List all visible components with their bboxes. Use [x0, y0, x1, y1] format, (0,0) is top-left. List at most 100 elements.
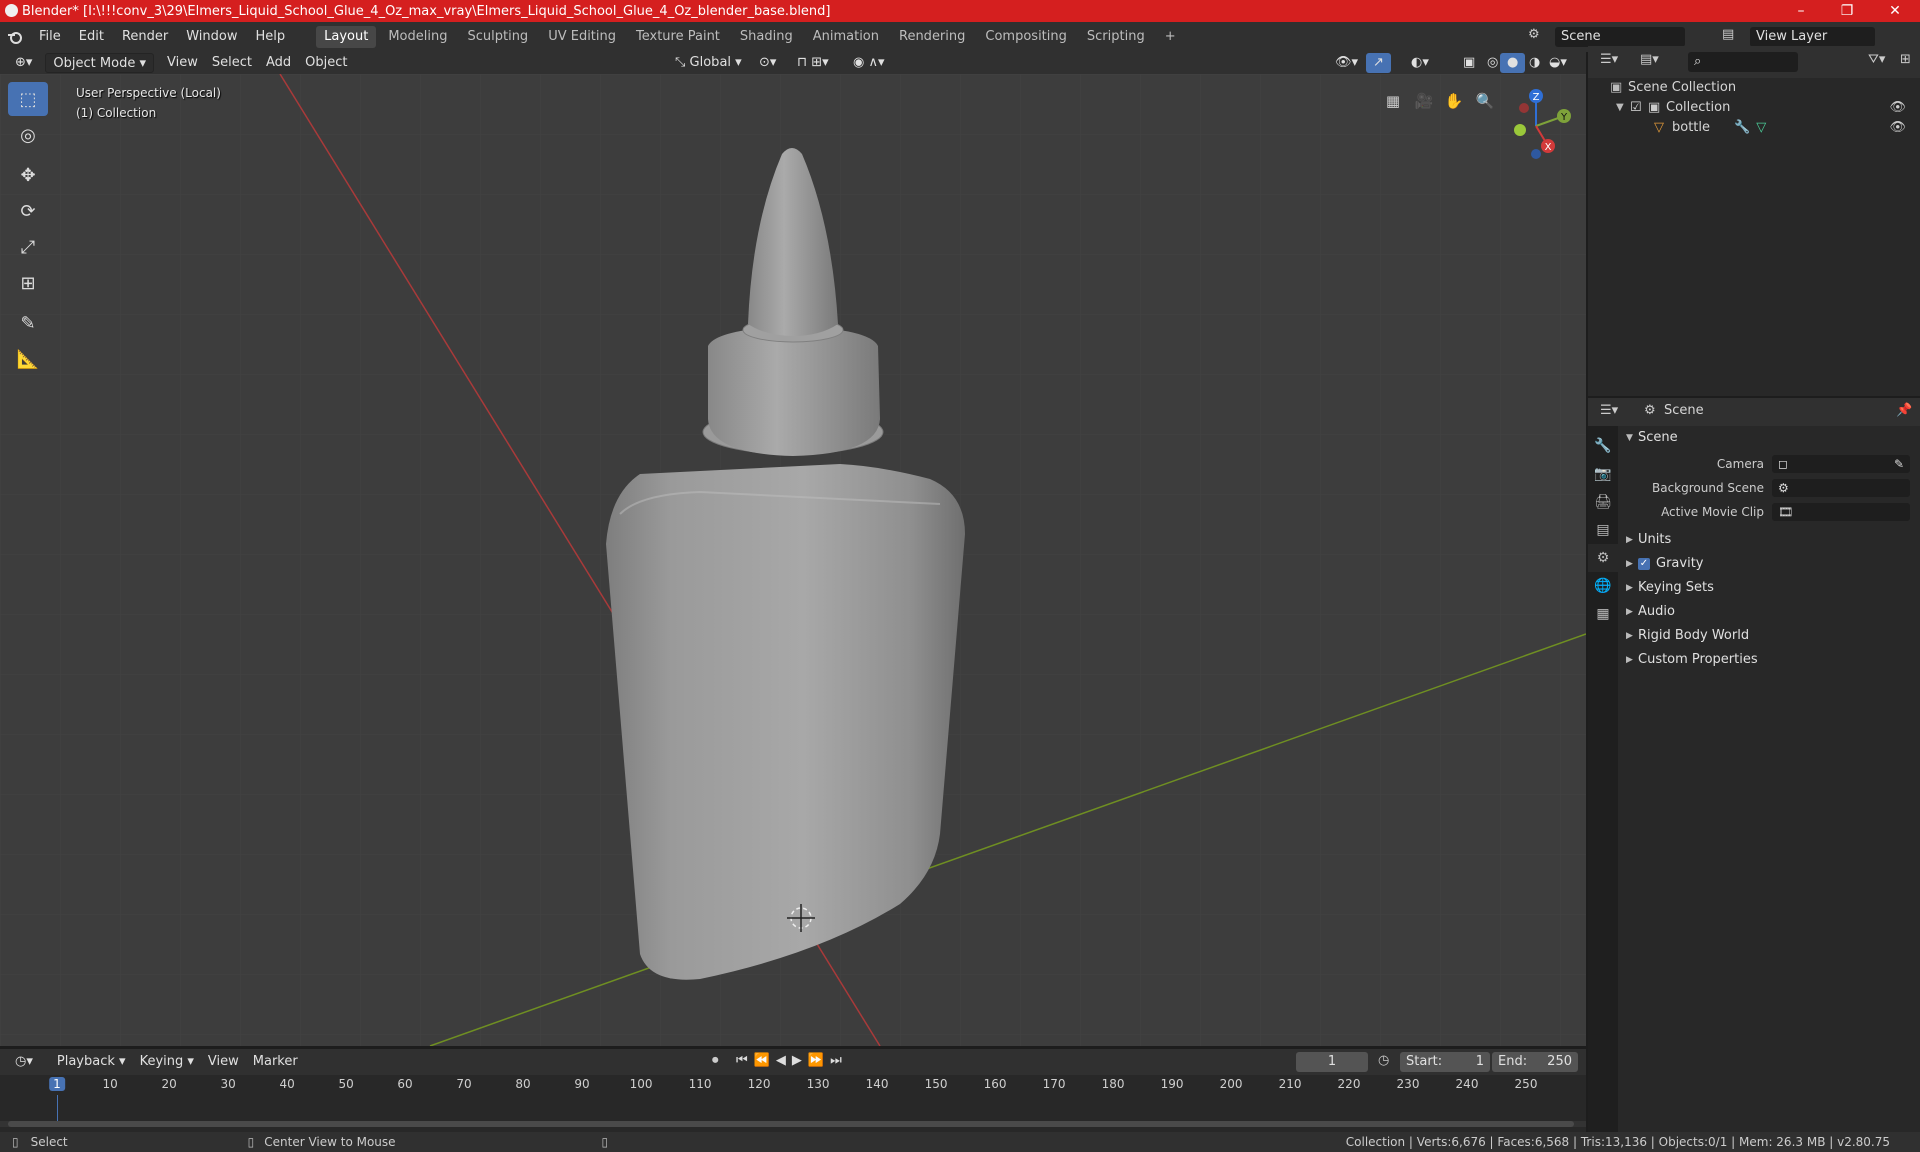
orientation-dropdown[interactable]: ⤡ Global ▾ [668, 53, 749, 73]
transform-tool-icon[interactable]: ⊞ [8, 266, 48, 300]
view-layer-selector[interactable]: View Layer [1750, 27, 1875, 47]
jump-start-icon[interactable]: ⏮ [736, 1053, 754, 1068]
3d-viewport[interactable]: User Perspective (Local) (1) Collection … [0, 74, 1586, 1046]
tab-animation[interactable]: Animation [805, 26, 887, 48]
outliner-row-scene-collection[interactable]: ▣ Scene Collection [1610, 78, 1910, 98]
jump-end-icon[interactable]: ⏭ [830, 1053, 848, 1068]
custom-properties-subpanel[interactable]: ▶ Custom Properties [1622, 648, 1920, 672]
mode-dropdown[interactable]: Object Mode ▾ [45, 53, 154, 73]
audio-subpanel[interactable]: ▶ Audio [1622, 600, 1920, 624]
play-reverse-icon[interactable]: ◀ [776, 1053, 792, 1068]
view-layer-tab-icon[interactable]: ▤ [1588, 516, 1618, 544]
properties-editor-type-icon[interactable]: ☰▾ [1600, 403, 1618, 418]
timeline-area[interactable]: 1 10 20 30 40 50 60 70 80 90 100 110 120 130 140 150 160… [0, 1075, 1586, 1132]
tab-uv-editing[interactable]: UV Editing [540, 26, 624, 48]
tab-texture-paint[interactable]: Texture Paint [628, 26, 728, 48]
outliner-editor-type-icon[interactable]: ☰▾ [1600, 52, 1618, 67]
eye-icon[interactable]: 👁 [1889, 98, 1906, 118]
clock-icon[interactable]: ◷ [1378, 1053, 1389, 1068]
menu-render[interactable]: Render [113, 22, 177, 52]
modifier-wrench-icon[interactable]: 🔧 [1734, 118, 1750, 138]
current-frame-field[interactable]: 1 [1296, 1052, 1368, 1072]
gravity-subpanel[interactable]: ▶ ✓ Gravity [1622, 552, 1920, 576]
next-keyframe-icon[interactable]: ⏩ [808, 1053, 830, 1068]
render-tab-icon[interactable]: 📷 [1588, 460, 1618, 488]
menu-view[interactable]: View [160, 53, 205, 73]
menu-select[interactable]: Select [205, 53, 259, 73]
proportional-edit-icon[interactable]: ◉ ∧▾ [846, 53, 892, 73]
menu-window[interactable]: Window [177, 22, 246, 52]
tab-layout[interactable]: Layout [316, 26, 377, 48]
tab-rendering[interactable]: Rendering [891, 26, 973, 48]
start-frame-field[interactable]: Start: 1 [1400, 1052, 1490, 1072]
eyedropper-icon[interactable]: ✎ [1894, 452, 1904, 476]
keying-menu[interactable]: Keying ▾ [133, 1052, 201, 1072]
playback-menu[interactable]: Playback ▾ [50, 1052, 133, 1072]
overlay-toggle-icon[interactable]: ◐▾ [1404, 53, 1436, 73]
menu-edit[interactable]: Edit [70, 22, 113, 52]
end-frame-field[interactable]: End: 250 [1492, 1052, 1578, 1072]
grid-view-icon[interactable]: ▦ [1380, 88, 1406, 114]
blender-menu-icon[interactable] [0, 22, 30, 52]
tab-scripting[interactable]: Scripting [1079, 26, 1153, 48]
rigid-body-world-subpanel[interactable]: ▶ Rigid Body World [1622, 624, 1920, 648]
prev-keyframe-icon[interactable]: ⏪ [754, 1053, 776, 1068]
units-subpanel[interactable]: ▶ Units [1622, 528, 1920, 552]
eye-icon[interactable]: 👁 [1889, 118, 1906, 138]
tab-shading[interactable]: Shading [732, 26, 801, 48]
camera-field[interactable]: ◻ ✎ [1772, 455, 1910, 473]
world-tab-icon[interactable]: 🌐 [1588, 572, 1618, 600]
outliner-row-collection[interactable]: ▼ ☑ ▣ Collection 👁 [1610, 98, 1910, 118]
collection-checkbox[interactable]: ☑ [1630, 98, 1648, 118]
editor-type-icon[interactable]: ⊕▾ [8, 53, 39, 73]
marker-menu[interactable]: Marker [246, 1052, 305, 1072]
navigation-gizmo[interactable]: Z Y X [1494, 84, 1578, 168]
menu-add[interactable]: Add [259, 53, 298, 73]
timeline-editor-type-icon[interactable]: ◷▾ [8, 1052, 40, 1072]
tool-tab-icon[interactable]: 🔧 [1588, 432, 1618, 460]
pivot-icon[interactable]: ⊙▾ [752, 53, 783, 73]
menu-file[interactable]: File [30, 22, 70, 52]
tab-compositing[interactable]: Compositing [977, 26, 1075, 48]
rendered-shading-icon[interactable]: ◒▾ [1542, 53, 1574, 73]
scene-panel-header[interactable]: ▼ Scene [1622, 426, 1920, 450]
menu-object[interactable]: Object [298, 53, 354, 73]
measure-tool-icon[interactable]: 📐 [8, 342, 48, 376]
keying-sets-subpanel[interactable]: ▶ Keying Sets [1622, 576, 1920, 600]
minimize-button[interactable]: – [1778, 0, 1824, 22]
scale-tool-icon[interactable]: ⤢ [8, 230, 48, 264]
camera-view-icon[interactable]: 🎥 [1411, 88, 1437, 114]
gizmo-toggle-icon[interactable]: ↗ [1366, 53, 1391, 73]
outliner-search-input[interactable]: ⌕ [1688, 52, 1798, 72]
snap-icon[interactable]: ⊓ ⊞▾ [790, 53, 836, 73]
close-button[interactable]: ✕ [1872, 0, 1918, 22]
annotate-tool-icon[interactable]: ✎ [8, 306, 48, 340]
gravity-checkbox[interactable]: ✓ [1638, 558, 1650, 570]
rotate-tool-icon[interactable]: ⟳ [8, 194, 48, 228]
new-collection-icon[interactable]: ⊞ [1900, 52, 1911, 67]
output-tab-icon[interactable]: 🖨 [1588, 488, 1618, 516]
expand-arrow-icon[interactable]: ▼ [1616, 98, 1630, 118]
scene-tab-icon[interactable]: ⚙ [1588, 544, 1618, 572]
scene-selector[interactable]: Scene [1555, 27, 1685, 47]
background-scene-field[interactable]: ⚙ [1772, 479, 1910, 497]
timeline-scrollbar[interactable] [0, 1121, 1586, 1127]
record-icon[interactable]: ⏺ [712, 1053, 719, 1068]
tab-modeling[interactable]: Modeling [380, 26, 455, 48]
add-workspace-button[interactable]: + [1157, 26, 1184, 48]
pan-hand-icon[interactable]: ✋ [1441, 88, 1467, 114]
play-icon[interactable]: ▶ [792, 1053, 808, 1068]
xray-icon[interactable]: ▣ [1456, 53, 1482, 73]
mesh-data-icon[interactable]: ▽ [1756, 118, 1766, 138]
visibility-icon[interactable]: 👁▾ [1328, 53, 1365, 73]
active-movie-clip-field[interactable]: 🎞 [1772, 503, 1910, 521]
tab-sculpting[interactable]: Sculpting [459, 26, 536, 48]
menu-help[interactable]: Help [247, 22, 295, 52]
select-box-tool-icon[interactable]: ⬚ [8, 82, 48, 116]
outliner-row-bottle[interactable]: ▽ bottle 🔧 ▽ 👁 [1610, 118, 1910, 138]
texture-tab-icon[interactable]: ▦ [1588, 600, 1618, 628]
maximize-button[interactable]: ❐ [1824, 0, 1870, 22]
display-mode-icon[interactable]: ▤▾ [1640, 52, 1659, 67]
view-menu[interactable]: View [201, 1052, 246, 1072]
move-tool-icon[interactable]: ✥ [8, 158, 48, 192]
